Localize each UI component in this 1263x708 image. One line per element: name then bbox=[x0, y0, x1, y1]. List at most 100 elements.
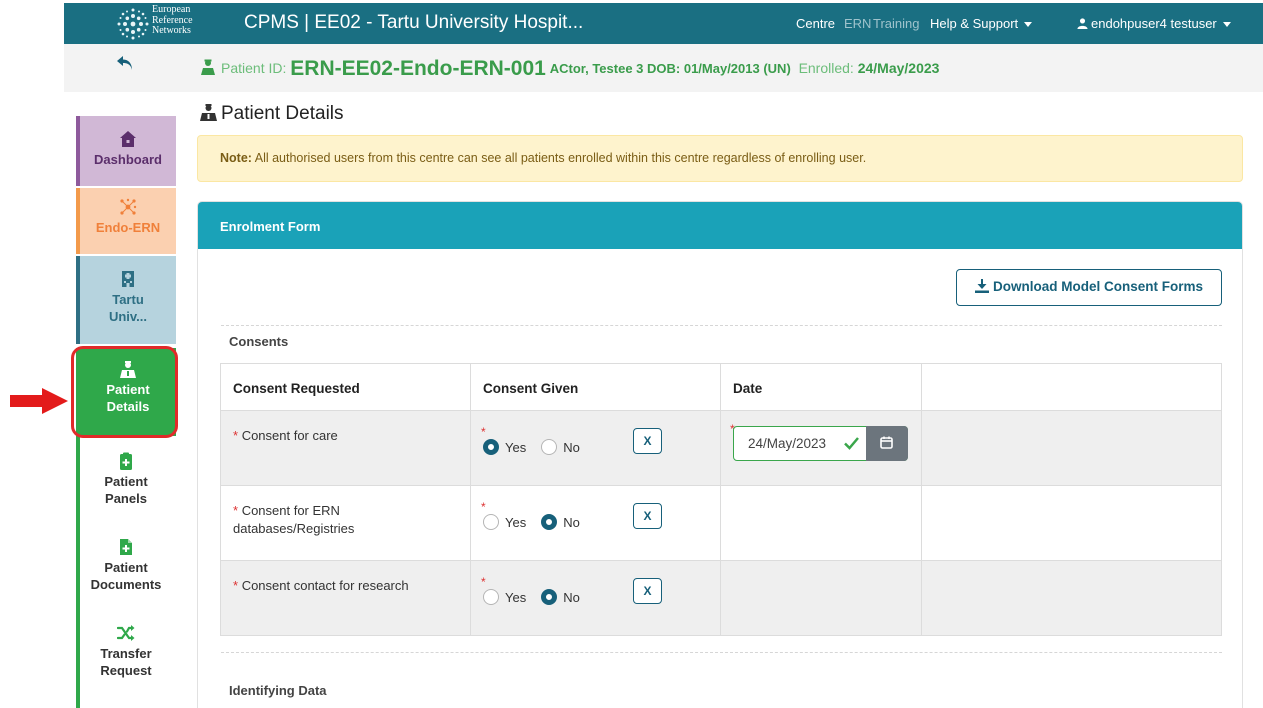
table-row: * Consent contact for research * Yes No X bbox=[221, 561, 1221, 635]
page-title: Patient Details bbox=[200, 103, 344, 125]
logo-line-3: Networks bbox=[152, 25, 191, 36]
required-asterisk: * bbox=[233, 503, 239, 518]
logo-text: European Reference Networks bbox=[152, 4, 193, 37]
table-row: * Consent for care * Yes No X * 24/May/20… bbox=[221, 411, 1221, 486]
identifying-data-label: Identifying Data bbox=[229, 683, 327, 698]
sidebar-label-dashboard: Dashboard bbox=[94, 152, 162, 167]
consent-radio-group: Yes No bbox=[483, 514, 580, 530]
clipboard-plus-icon bbox=[120, 452, 132, 470]
sidebar-label-endo-ern: Endo-ERN bbox=[95, 220, 161, 235]
patient-id: ERN-EE02-Endo-ERN-001 bbox=[290, 57, 546, 80]
logo-line-1: European bbox=[152, 4, 191, 15]
chevron-down-icon bbox=[1222, 22, 1231, 28]
patient-info: Patient ID: ERN-EE02-Endo-ERN-001 ACtor,… bbox=[200, 57, 939, 81]
sidebar-label-tartu-1: Tartu bbox=[112, 292, 144, 307]
section-divider bbox=[221, 325, 1222, 326]
calendar-icon bbox=[880, 436, 893, 449]
sidebar-item-patient-panels[interactable]: Patient Panels bbox=[76, 452, 176, 522]
clear-consent-button[interactable]: X bbox=[633, 503, 662, 529]
top-navbar: European Reference Networks CPMS | EE02 … bbox=[64, 3, 1263, 44]
download-button-label: Download Model Consent Forms bbox=[992, 279, 1203, 294]
clear-consent-button[interactable]: X bbox=[633, 428, 662, 454]
consent-date-field[interactable]: 24/May/2023 bbox=[733, 426, 908, 461]
consents-label: Consents bbox=[229, 334, 289, 349]
sidebar-item-dashboard[interactable]: Dashboard bbox=[76, 116, 176, 186]
patient-icon bbox=[201, 59, 215, 75]
consent-label-text-1: Consent for ERN bbox=[241, 503, 340, 518]
hospital-icon bbox=[122, 271, 134, 287]
radio-yes[interactable] bbox=[483, 589, 499, 605]
nav-centre[interactable]: Centre bbox=[796, 16, 835, 31]
section-divider bbox=[221, 652, 1222, 653]
radio-no[interactable] bbox=[541, 589, 558, 605]
patient-icon bbox=[200, 104, 217, 121]
consent-label: * Consent for ERN databases/Registries bbox=[233, 502, 354, 538]
consent-date-value: 24/May/2023 bbox=[748, 436, 827, 451]
download-consent-forms-button[interactable]: Download Model Consent Forms bbox=[956, 269, 1222, 306]
radio-yes[interactable] bbox=[483, 439, 499, 455]
column-divider bbox=[470, 364, 471, 635]
sidebar-item-patient-documents[interactable]: Patient Documents bbox=[76, 538, 176, 608]
app-title[interactable]: CPMS | EE02 - Tartu University Hospit... bbox=[244, 12, 583, 34]
consent-label-text-2: databases/Registries bbox=[233, 521, 355, 536]
nav-help-label: Help & Support bbox=[930, 16, 1019, 31]
required-asterisk: * bbox=[233, 428, 239, 443]
user-menu[interactable]: endohpuser4 testuser bbox=[1077, 16, 1231, 31]
column-header: Date bbox=[733, 381, 763, 396]
network-icon bbox=[120, 198, 137, 215]
user-icon bbox=[1077, 18, 1088, 29]
sidebar-item-transfer-request[interactable]: Transfer Request bbox=[76, 624, 176, 708]
file-plus-icon bbox=[120, 539, 132, 555]
sidebar-label-patient-panels-2: Panels bbox=[105, 491, 147, 506]
consent-label-text: Consent contact for research bbox=[241, 578, 409, 593]
sidebar-label-transfer-request-2: Request bbox=[100, 663, 152, 678]
sidebar-label-transfer-request-1: Transfer bbox=[100, 646, 152, 661]
radio-no[interactable] bbox=[541, 514, 558, 530]
ern-logo-mark-icon bbox=[117, 8, 149, 40]
ern-logo[interactable]: European Reference Networks bbox=[116, 4, 216, 42]
sidebar-label-patient-documents-2: Documents bbox=[90, 577, 162, 592]
radio-no-label: No bbox=[563, 440, 580, 455]
page-title-text: Patient Details bbox=[221, 103, 344, 124]
nav-training[interactable]: Training bbox=[873, 16, 919, 31]
radio-no-label: No bbox=[563, 515, 580, 530]
required-asterisk: * bbox=[233, 578, 239, 593]
back-arrow-icon[interactable] bbox=[116, 55, 134, 71]
download-icon bbox=[974, 279, 989, 293]
enrolled-date: 24/May/2023 bbox=[857, 60, 940, 76]
column-header: Consent Given bbox=[483, 381, 579, 396]
radio-no[interactable] bbox=[541, 439, 558, 455]
column-header: Consent Requested bbox=[233, 381, 360, 396]
consent-label: * Consent contact for research bbox=[233, 577, 409, 595]
consent-label-text: Consent for care bbox=[241, 428, 338, 443]
note-bold: Note: bbox=[220, 151, 252, 165]
required-asterisk: * bbox=[481, 425, 486, 439]
sidebar-label-tartu-2: Univ... bbox=[108, 309, 148, 324]
clear-consent-button[interactable]: X bbox=[633, 578, 662, 604]
shuffle-icon bbox=[117, 625, 135, 641]
patient-name-dob: ACtor, Testee 3 DOB: 01/May/2013 (UN) bbox=[549, 61, 791, 76]
note-text: All authorised users from this centre ca… bbox=[251, 151, 867, 165]
required-asterisk: * bbox=[481, 575, 486, 589]
table-row: * Consent for ERN databases/Registries * … bbox=[221, 486, 1221, 561]
radio-no-label: No bbox=[563, 590, 580, 605]
sidebar-item-tartu[interactable]: Tartu Univ... bbox=[76, 256, 176, 344]
column-divider bbox=[921, 364, 922, 635]
radio-yes-label: Yes bbox=[505, 440, 527, 455]
sidebar-label-patient-panels-1: Patient bbox=[104, 474, 148, 489]
calendar-button[interactable] bbox=[866, 426, 908, 461]
red-arrow-annotation-icon bbox=[10, 388, 68, 414]
table-header-row: Consent Requested Consent Given Date bbox=[221, 364, 1221, 411]
nav-help-support[interactable]: Help & Support bbox=[930, 16, 1033, 31]
nav-ern[interactable]: ERN bbox=[844, 16, 871, 31]
app-screen: European Reference Networks CPMS | EE02 … bbox=[0, 0, 1263, 708]
patient-id-label: Patient ID: bbox=[221, 60, 287, 76]
check-icon bbox=[844, 437, 859, 450]
radio-yes-label: Yes bbox=[505, 515, 527, 530]
sidebar-item-endo-ern[interactable]: Endo-ERN bbox=[76, 188, 176, 254]
enrolment-form-card: Enrolment Form Download Model Consent Fo… bbox=[197, 201, 1243, 708]
radio-yes[interactable] bbox=[483, 514, 499, 530]
home-icon bbox=[120, 131, 136, 147]
info-note: Note: All authorised users from this cen… bbox=[197, 135, 1243, 182]
radio-yes-label: Yes bbox=[505, 590, 527, 605]
